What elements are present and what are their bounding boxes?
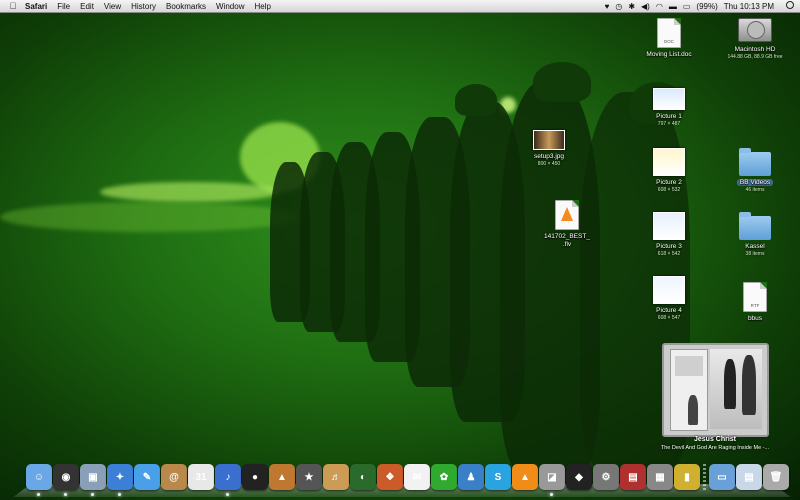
utilities-icon[interactable]: ▮ xyxy=(674,464,700,490)
itunes-track-title: Jesus Christ xyxy=(693,436,737,443)
trash-icon[interactable]: 🗑 xyxy=(763,464,789,490)
menu-bookmarks[interactable]: Bookmarks xyxy=(166,2,206,11)
disk-utility-icon[interactable]: ◪ xyxy=(539,464,565,496)
menu-edit[interactable]: Edit xyxy=(80,2,94,11)
running-indicator xyxy=(91,493,94,496)
itunes-icon[interactable]: ♪ xyxy=(215,464,241,496)
itunes-track-subtitle: The Devil And God Are Raging Inside Me -… xyxy=(660,445,770,451)
desktop-icon-moving-list[interactable]: DOC Moving List.doc xyxy=(634,18,704,59)
image-thumbnail-icon xyxy=(533,130,565,150)
documents-folder-icon[interactable]: ▤ xyxy=(736,464,762,490)
activity-monitor-icon[interactable]: ▦ xyxy=(647,464,673,490)
folder-icon xyxy=(739,212,771,240)
ichat-icon[interactable]: ✎ xyxy=(134,464,160,490)
desktop-icon-bbus[interactable]: RTF bbus xyxy=(720,282,790,323)
system-preferences-icon[interactable]: ⚙ xyxy=(593,464,619,490)
running-indicator xyxy=(118,493,121,496)
dock-separator xyxy=(703,464,706,490)
safari-icon[interactable]: ✦ xyxy=(107,464,133,496)
dock: ☺ ◉ ▣ ✦ ✎ @31 ♪ ● ▲ ★ ♬ ◐ ❖ ✉ ✿ ♟ S ▲ ◪ ◆ ⚙ ▤ ▦ ▮ ▭ ▤ 🗑 xyxy=(13,462,791,500)
rtf-document-icon: RTF xyxy=(743,282,767,312)
menu-help[interactable]: Help xyxy=(254,2,270,11)
battery-percent[interactable]: (99%) xyxy=(696,2,717,11)
desktop-icon-picture-4[interactable]: Picture 4 608 × 547 xyxy=(634,276,704,322)
vlc-file-icon xyxy=(555,200,579,230)
running-indicator xyxy=(37,493,40,496)
desktop-icon-picture-1[interactable]: Picture 1 797 × 487 xyxy=(634,88,704,128)
desktop-icon-bb-videos[interactable]: BB Videos 46 items xyxy=(720,148,790,194)
bluetooth-icon[interactable]: ✱ xyxy=(628,2,635,11)
dvd-player-icon[interactable]: ● xyxy=(242,464,268,490)
document-icon: DOC xyxy=(657,18,681,48)
imovie-icon[interactable]: ★ xyxy=(296,464,322,490)
finder-icon[interactable]: ☺ xyxy=(26,464,52,496)
front-row-icon[interactable]: ◆ xyxy=(566,464,592,490)
hard-drive-icon xyxy=(738,18,772,42)
photo-booth-icon[interactable]: ▤ xyxy=(620,464,646,490)
menu-window[interactable]: Window xyxy=(216,2,244,11)
time-machine-status-icon[interactable]: ◷ xyxy=(615,2,622,11)
menu-extras: ♥ ◷ ✱ ◀) ◠ ▬ ▭ (99%) Thu 10:13 PM xyxy=(599,0,794,12)
clock[interactable]: Thu 10:13 PM xyxy=(724,2,774,11)
skype-icon[interactable]: S xyxy=(485,464,511,490)
volume-icon[interactable]: ◀) xyxy=(641,2,650,11)
address-book-icon[interactable]: @ xyxy=(161,464,187,490)
battery-icon[interactable]: ▭ xyxy=(683,2,691,11)
menu-app-name[interactable]: Safari xyxy=(25,2,47,11)
menu-view[interactable]: View xyxy=(104,2,121,11)
mail-icon[interactable]: ✉ xyxy=(404,464,430,490)
apple-menu-icon[interactable]:  xyxy=(6,1,20,11)
running-indicator xyxy=(64,493,67,496)
folder-icon xyxy=(739,148,771,176)
desktop-icon-kassel[interactable]: Kassel 38 items xyxy=(720,212,790,258)
time-machine-icon[interactable]: ◐ xyxy=(350,464,376,490)
image-thumbnail-icon xyxy=(653,276,685,304)
running-indicator xyxy=(226,493,229,496)
applications-folder-icon[interactable]: ▭ xyxy=(709,464,735,490)
vlc-icon[interactable]: ▲ xyxy=(512,464,538,490)
desktop-icon-setup3[interactable]: setup3.jpg 800 × 450 xyxy=(514,130,584,168)
wifi-icon[interactable]: ◠ xyxy=(656,2,663,11)
preview-icon[interactable]: ▣ xyxy=(80,464,106,496)
desktop-icon-macintosh-hd[interactable]: Macintosh HD 144.88 GB, 88.9 GB free xyxy=(720,18,790,61)
ical-icon[interactable]: 31 xyxy=(188,464,214,490)
desktop-icon-flv-file[interactable]: 141702_BEST_ .flv xyxy=(532,200,602,249)
menu-history[interactable]: History xyxy=(131,2,156,11)
image-thumbnail-icon xyxy=(653,88,685,110)
icq-icon[interactable]: ✿ xyxy=(431,464,457,490)
image-thumbnail-icon xyxy=(653,212,685,240)
messenger-icon[interactable]: ♟ xyxy=(458,464,484,490)
flag-icon[interactable]: ▬ xyxy=(669,2,677,11)
menu-file[interactable]: File xyxy=(57,2,70,11)
desktop-icon-picture-3[interactable]: Picture 3 618 × 542 xyxy=(634,212,704,258)
itunes-album-art[interactable] xyxy=(662,343,769,437)
iphoto-icon[interactable]: ▲ xyxy=(269,464,295,490)
heart-icon[interactable]: ♥ xyxy=(605,2,610,11)
running-indicator xyxy=(550,493,553,496)
garageband-icon[interactable]: ♬ xyxy=(323,464,349,490)
app-store-icon[interactable]: ❖ xyxy=(377,464,403,490)
spotlight-icon[interactable] xyxy=(780,1,794,11)
image-thumbnail-icon xyxy=(653,148,685,176)
dashboard-icon[interactable]: ◉ xyxy=(53,464,79,496)
desktop-icon-picture-2[interactable]: Picture 2 608 × 532 xyxy=(634,148,704,194)
